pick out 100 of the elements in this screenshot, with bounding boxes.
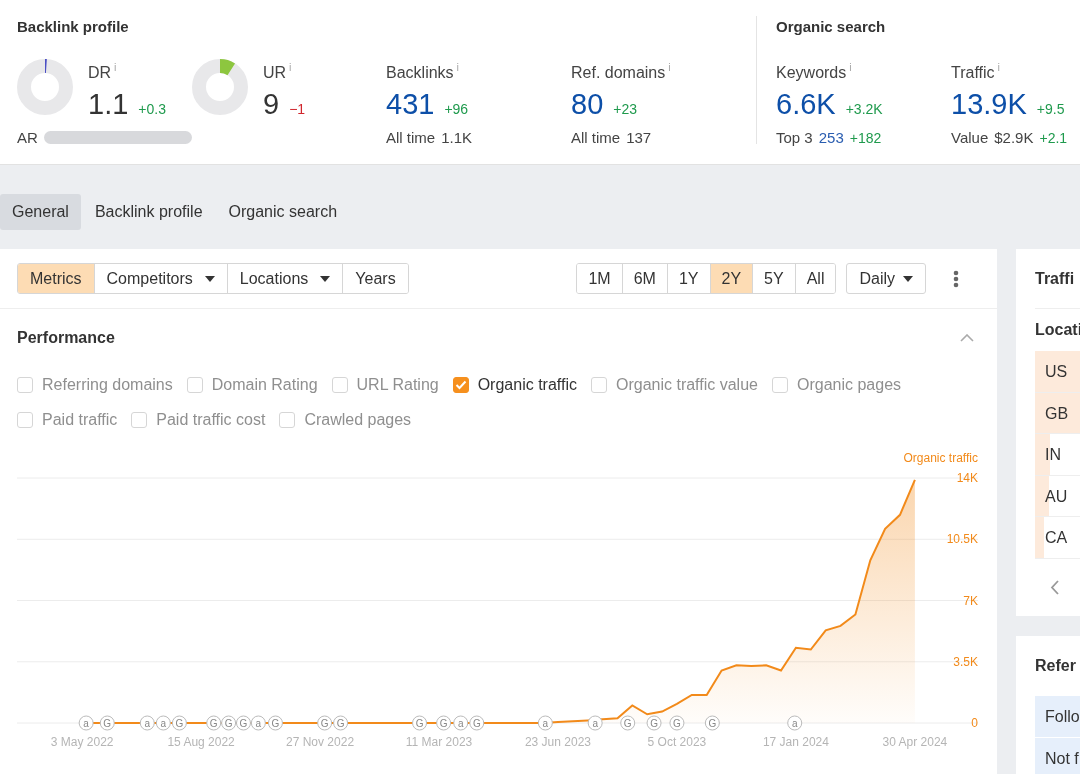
annotation-marker[interactable]: a (787, 715, 803, 731)
info-icon[interactable]: i (289, 61, 292, 73)
option-label[interactable]: Domain Rating (211, 375, 318, 394)
chevron-up-icon[interactable] (960, 334, 974, 342)
sub-label: Value (951, 129, 989, 146)
info-icon[interactable]: i (668, 61, 671, 73)
annotation-marker[interactable]: G (333, 715, 349, 731)
card-title: Traffi (1035, 249, 1080, 309)
caret-icon (903, 275, 913, 282)
annotation-marker[interactable]: a (537, 715, 553, 731)
sub-link[interactable]: 253 (818, 129, 844, 146)
annotation-marker[interactable]: G (267, 715, 283, 731)
country-code: US (1044, 363, 1068, 380)
country-code: AU (1044, 487, 1068, 505)
metric-value[interactable]: 13.9K (951, 87, 1027, 121)
period-button[interactable]: 2Y (709, 264, 753, 293)
annotation-marker[interactable]: G (436, 715, 452, 731)
info-icon[interactable]: i (456, 61, 460, 73)
metric-label: DR (88, 64, 112, 81)
x-axis-label: 30 Apr 2024 (882, 735, 948, 749)
sub-change: +182 (849, 129, 882, 146)
sub-value: 137 (626, 129, 652, 146)
y-axis-label: 7K (963, 593, 978, 608)
option-label[interactable]: Organic pages (796, 375, 902, 394)
annotation-marker[interactable]: G (646, 715, 662, 731)
country-code: CA (1044, 529, 1068, 546)
series-legend: Organic traffic (903, 451, 978, 465)
sub-label: Top 3 (776, 129, 813, 146)
annotation-marker[interactable]: G (412, 715, 428, 731)
annotation-marker[interactable]: G (469, 715, 485, 731)
card-title: Refer (1035, 656, 1077, 676)
checkbox[interactable] (17, 376, 33, 393)
metric-change: +9.5 (1036, 101, 1065, 117)
metric-label: Ref. domains (571, 64, 666, 81)
checkbox[interactable] (771, 376, 788, 393)
x-axis-label: 5 Oct 2023 (647, 735, 707, 749)
caret-icon (204, 275, 215, 282)
option-label[interactable]: Paid traffic (42, 410, 118, 429)
annotation-marker[interactable]: G (221, 715, 237, 731)
more-options-icon[interactable] (953, 269, 959, 288)
annotation-marker[interactable]: a (453, 715, 469, 731)
option-label[interactable]: Organic traffic (477, 375, 577, 394)
annotation-marker[interactable]: a (250, 715, 266, 731)
tab[interactable]: Organic search (216, 194, 350, 230)
x-axis-label: 3 May 2022 (50, 735, 114, 749)
metric-value: 1.1 (88, 87, 129, 121)
sub-value: 1.1K (441, 129, 473, 146)
annotation-marker[interactable]: a (78, 715, 94, 731)
tab[interactable]: General (0, 194, 81, 230)
caret-icon (320, 275, 331, 282)
option-label[interactable]: URL Rating (356, 375, 439, 394)
donut-chart-icon (192, 59, 248, 115)
chevron-left-icon[interactable] (1050, 579, 1059, 595)
option-label[interactable]: Paid traffic cost (156, 410, 266, 429)
view-button[interactable]: Years (342, 264, 408, 293)
x-axis-label: 15 Aug 2022 (167, 735, 235, 749)
info-icon[interactable]: i (997, 61, 1000, 73)
metric-change: −1 (289, 101, 306, 117)
metric-change: +0.3 (138, 101, 166, 117)
metric-label: UR (263, 64, 287, 81)
metric-value[interactable]: 431 (386, 87, 435, 121)
sub-label: All time (386, 129, 436, 146)
panel-title: Performance (17, 329, 115, 347)
info-icon[interactable]: i (114, 61, 117, 73)
view-button[interactable]: Metrics (18, 264, 94, 293)
x-axis-label: 17 Jan 2024 (762, 735, 829, 749)
checkbox[interactable] (17, 411, 33, 428)
annotation-marker[interactable]: G (704, 715, 720, 731)
option-label[interactable]: Crawled pages (304, 410, 412, 429)
period-button[interactable]: All (794, 264, 836, 293)
annotation-marker[interactable]: G (99, 715, 115, 731)
checkbox[interactable] (186, 376, 203, 393)
checkbox[interactable] (279, 411, 296, 428)
checkbox[interactable] (131, 411, 148, 428)
metric-value[interactable]: 80 (571, 87, 604, 121)
annotation-marker[interactable]: G (171, 715, 187, 731)
x-axis-label: 11 Mar 2023 (405, 735, 473, 749)
annotation-marker[interactable]: G (236, 715, 251, 731)
option-label[interactable]: Referring domains (42, 375, 173, 394)
interval-dropdown[interactable]: Daily (846, 263, 926, 294)
metric-value[interactable]: 6.6K (776, 87, 836, 121)
annotation-marker[interactable]: a (155, 715, 171, 731)
annotation-marker[interactable]: G (317, 715, 333, 731)
annotation-marker[interactable]: a (587, 715, 603, 731)
annotation-marker[interactable]: G (669, 715, 685, 731)
y-axis-label: 10.5K (946, 532, 978, 547)
country-code: GB (1044, 404, 1069, 422)
donut-chart-icon (17, 59, 73, 115)
info-icon[interactable]: i (849, 61, 852, 73)
x-axis-label: 27 Nov 2022 (286, 735, 355, 749)
sub-value: $2.9K (994, 129, 1034, 146)
annotation-marker[interactable]: a (139, 715, 155, 731)
tab[interactable]: Backlink profile (82, 194, 215, 230)
section-title: Organic search (776, 18, 887, 36)
checkbox[interactable] (331, 376, 348, 393)
checkbox[interactable] (590, 376, 607, 393)
checkbox[interactable] (452, 376, 469, 393)
annotation-marker[interactable]: G (620, 715, 636, 731)
option-label[interactable]: Organic traffic value (615, 375, 758, 394)
annotation-marker[interactable]: G (206, 715, 222, 731)
